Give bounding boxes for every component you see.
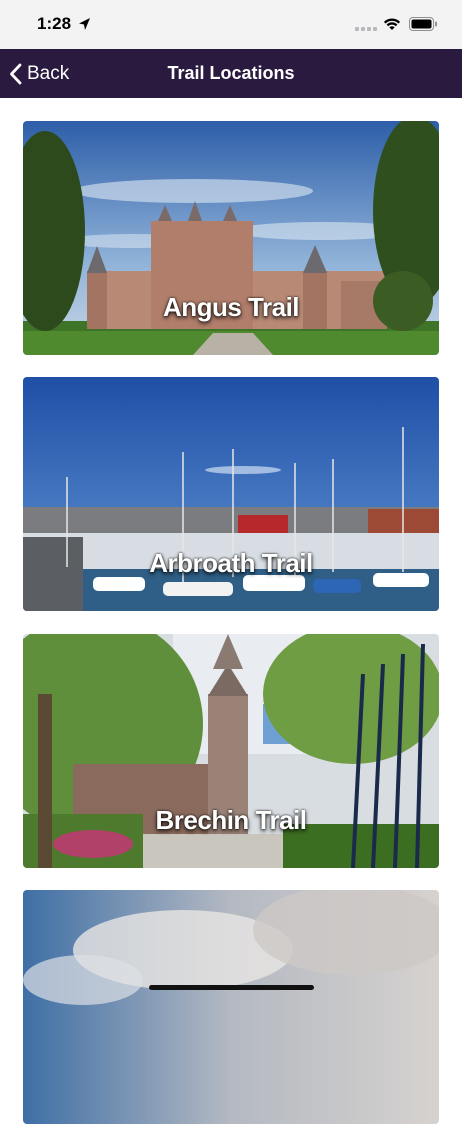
battery-icon	[409, 17, 437, 31]
home-indicator	[149, 985, 314, 990]
trail-name: Arbroath Trail	[149, 548, 313, 578]
trail-card-brechin[interactable]: Brechin Trail	[23, 634, 439, 868]
trail-card-partial[interactable]	[23, 890, 439, 1124]
status-time: 1:28	[37, 14, 72, 33]
trail-card-angus[interactable]: Angus Trail	[23, 121, 439, 355]
wifi-icon	[383, 18, 401, 30]
status-bar: 1:28	[0, 0, 462, 49]
cloudy-sky-image	[23, 890, 439, 1124]
trail-card-arbroath[interactable]: Arbroath Trail	[23, 377, 439, 611]
location-arrow-icon	[79, 18, 90, 30]
trail-name: Brechin Trail	[155, 805, 308, 835]
back-button[interactable]: Back	[9, 49, 69, 98]
navigation-bar: Back Trail Locations	[0, 49, 462, 98]
trail-name: Angus Trail	[162, 292, 300, 322]
cellular-signal-icon	[355, 27, 377, 31]
chevron-left-icon	[10, 63, 22, 84]
page-title: Trail Locations	[167, 63, 295, 83]
back-label: Back	[27, 62, 70, 84]
